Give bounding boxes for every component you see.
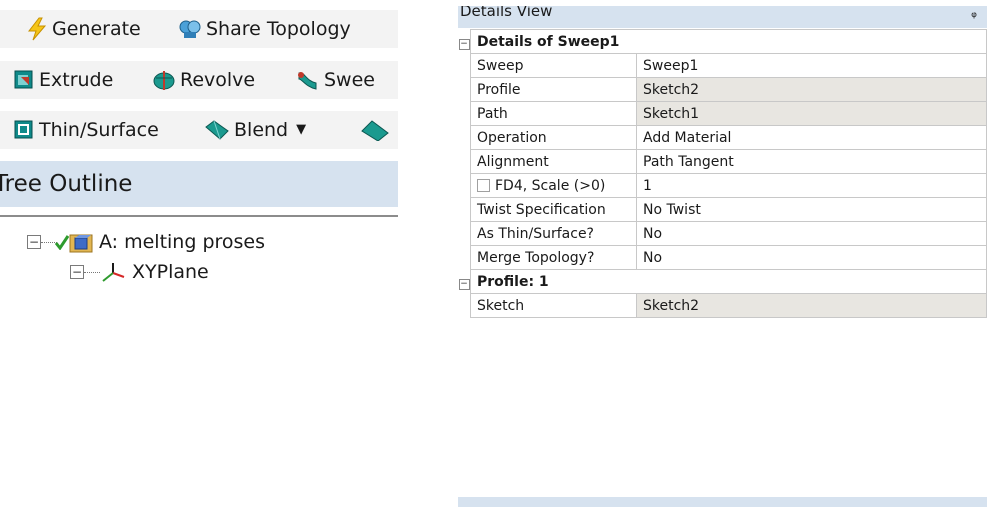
property-row[interactable]: Sketch Sketch2 bbox=[458, 293, 987, 318]
property-name: Alignment bbox=[470, 149, 637, 174]
property-value[interactable]: No Twist bbox=[636, 197, 987, 222]
property-value[interactable]: No bbox=[636, 221, 987, 246]
share-topology-button[interactable]: Share Topology bbox=[178, 10, 351, 48]
property-name: FD4, Scale (>0) bbox=[495, 177, 606, 194]
details-grid: − Details of Sweep1 Sweep Sweep1 Profile… bbox=[458, 29, 987, 318]
property-name: Merge Topology? bbox=[470, 245, 637, 270]
property-name: As Thin/Surface? bbox=[470, 221, 637, 246]
property-row[interactable]: Operation Add Material bbox=[458, 125, 987, 150]
blend-dropdown-arrow-icon[interactable]: ▼ bbox=[296, 111, 306, 149]
blend-button[interactable]: Blend ▼ bbox=[204, 111, 306, 149]
lightning-icon bbox=[27, 17, 47, 41]
property-row[interactable]: Path Sketch1 bbox=[458, 101, 987, 126]
property-name: Path bbox=[470, 101, 637, 126]
property-value[interactable]: Sketch1 bbox=[636, 101, 987, 126]
plane-axis-icon bbox=[102, 263, 125, 282]
sweep-icon bbox=[298, 72, 317, 90]
chamfer-button[interactable] bbox=[360, 111, 390, 149]
tree-item-xyplane[interactable]: − XYPlane bbox=[70, 258, 209, 286]
property-name: Operation bbox=[470, 125, 637, 150]
tree-divider bbox=[0, 215, 398, 217]
share-topology-icon bbox=[179, 20, 201, 38]
property-value[interactable]: Add Material bbox=[636, 125, 987, 150]
collapse-icon[interactable]: − bbox=[27, 235, 41, 249]
collapse-icon[interactable]: − bbox=[458, 278, 470, 290]
share-topology-label: Share Topology bbox=[206, 18, 351, 40]
sweep-button[interactable]: Swee bbox=[296, 61, 375, 99]
tree-item-label: A: melting proses bbox=[99, 231, 266, 253]
tree-connector bbox=[84, 271, 100, 273]
group-header: − Profile: 1 bbox=[458, 269, 987, 294]
blend-icon bbox=[205, 120, 229, 140]
sweep-label: Swee bbox=[324, 69, 375, 91]
toolbar-row-2: Extrude Revolve Swee bbox=[0, 61, 398, 99]
property-row[interactable]: FD4, Scale (>0) 1 bbox=[458, 173, 987, 198]
extrude-icon bbox=[14, 70, 33, 89]
revolve-icon bbox=[153, 71, 175, 90]
property-row[interactable]: As Thin/Surface? No bbox=[458, 221, 987, 246]
property-row[interactable]: Merge Topology? No bbox=[458, 245, 987, 270]
property-value[interactable]: Path Tangent bbox=[636, 149, 987, 174]
property-name: Sweep bbox=[470, 53, 637, 78]
blend-label: Blend bbox=[234, 119, 289, 141]
details-bottom-bar bbox=[458, 497, 987, 507]
collapse-icon[interactable]: − bbox=[458, 38, 470, 50]
group-label: Profile: 1 bbox=[470, 269, 987, 294]
chamfer-icon bbox=[361, 120, 389, 141]
check-icon bbox=[55, 235, 69, 250]
property-name: Twist Specification bbox=[470, 197, 637, 222]
tree-item-root[interactable]: − A: melting proses bbox=[27, 227, 265, 257]
extrude-button[interactable]: Extrude bbox=[13, 61, 113, 99]
property-value[interactable]: No bbox=[636, 245, 987, 270]
property-name: Sketch bbox=[470, 293, 637, 318]
property-name: Profile bbox=[470, 77, 637, 102]
group-label: Details of Sweep1 bbox=[470, 29, 987, 54]
parameter-checkbox[interactable] bbox=[477, 178, 490, 192]
generate-button[interactable]: Generate bbox=[26, 10, 141, 48]
left-panel: Generate Share Topology Extrude Revolve … bbox=[0, 0, 398, 300]
property-value[interactable]: Sketch2 bbox=[636, 293, 987, 318]
tree-outline-header: Tree Outline bbox=[0, 161, 398, 207]
property-row[interactable]: Sweep Sweep1 bbox=[458, 53, 987, 78]
thin-surface-icon bbox=[14, 120, 33, 139]
property-row[interactable]: Alignment Path Tangent bbox=[458, 149, 987, 174]
thin-surface-button[interactable]: Thin/Surface bbox=[13, 111, 159, 149]
extrude-label: Extrude bbox=[39, 69, 114, 91]
details-view-title: Details View bbox=[460, 6, 553, 20]
group-expander[interactable]: − bbox=[458, 29, 471, 54]
group-header: − Details of Sweep1 bbox=[458, 29, 987, 54]
property-value[interactable]: Sweep1 bbox=[636, 53, 987, 78]
revolve-button[interactable]: Revolve bbox=[152, 61, 255, 99]
pin-icon[interactable]: ᵩ bbox=[971, 6, 977, 24]
revolve-label: Revolve bbox=[180, 69, 256, 91]
tree-outline-title: Tree Outline bbox=[0, 171, 133, 197]
property-row[interactable]: Twist Specification No Twist bbox=[458, 197, 987, 222]
property-row[interactable]: Profile Sketch2 bbox=[458, 77, 987, 102]
toolbar-row-3: Thin/Surface Blend ▼ bbox=[0, 111, 398, 149]
thin-surface-label: Thin/Surface bbox=[39, 119, 159, 141]
property-value[interactable]: 1 bbox=[636, 173, 987, 198]
group-expander[interactable]: − bbox=[458, 269, 471, 294]
generate-label: Generate bbox=[52, 18, 141, 40]
property-value[interactable]: Sketch2 bbox=[636, 77, 987, 102]
tree-item-label: XYPlane bbox=[132, 261, 209, 283]
toolbar-row-1: Generate Share Topology bbox=[0, 10, 398, 48]
collapse-icon[interactable]: − bbox=[70, 265, 84, 279]
details-view-header: Details View ᵩ bbox=[458, 6, 987, 28]
model-folder-icon bbox=[69, 234, 93, 253]
property-name-with-checkbox: FD4, Scale (>0) bbox=[470, 173, 637, 198]
